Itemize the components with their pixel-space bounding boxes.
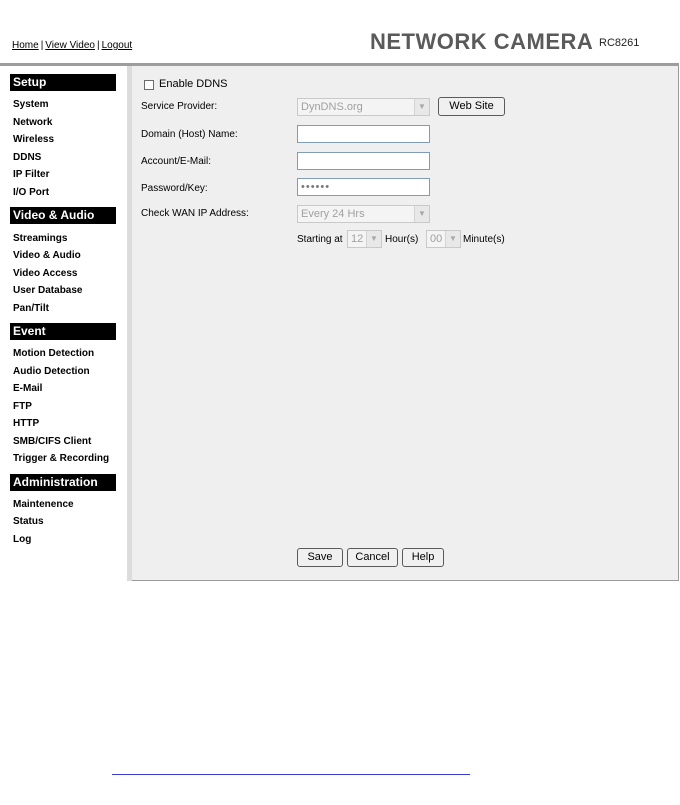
model-number: RC8261 (599, 37, 640, 49)
sidebar-item-http[interactable]: HTTP (10, 416, 116, 432)
starting-at-label: Starting at (297, 234, 343, 245)
sidebar-item-email[interactable]: E-Mail (10, 381, 116, 397)
separator: | (96, 40, 100, 51)
chevron-down-icon: ▼ (445, 231, 460, 247)
enable-ddns-checkbox[interactable] (144, 80, 154, 90)
top-nav: Home | View Video | Logout (12, 40, 132, 51)
domain-name-input[interactable] (297, 125, 430, 143)
sidebar-item-io-port[interactable]: I/O Port (10, 185, 116, 201)
service-provider-label: Service Provider: (141, 101, 218, 112)
service-provider-select[interactable]: DynDNS.org ▼ (297, 98, 430, 116)
header: Home | View Video | Logout NETWORK CAMERA RC… (0, 0, 679, 66)
sidebar-item-ddns[interactable]: DDNS (10, 150, 116, 166)
service-provider-value: DynDNS.org (301, 101, 363, 113)
home-link[interactable]: Home (12, 40, 39, 51)
sidebar-item-smb-cifs-client[interactable]: SMB/CIFS Client (10, 434, 116, 450)
sidebar-item-ip-filter[interactable]: IP Filter (10, 167, 116, 183)
sidebar-item-maintenence[interactable]: Maintenence (10, 497, 116, 513)
cancel-button[interactable]: Cancel (347, 548, 398, 567)
chevron-down-icon: ▼ (366, 231, 381, 247)
sidebar-item-streamings[interactable]: Streamings (10, 231, 116, 247)
hour-value: 12 (351, 233, 364, 245)
sidebar-item-status[interactable]: Status (10, 514, 116, 530)
chevron-down-icon: ▼ (414, 99, 429, 115)
section-video-audio: Video & Audio (10, 207, 116, 224)
sidebar-item-system[interactable]: System (10, 97, 116, 113)
chevron-down-icon: ▼ (414, 206, 429, 222)
check-wan-label: Check WAN IP Address: (141, 208, 249, 219)
sidebar-item-network[interactable]: Network (10, 115, 116, 131)
password-key-input[interactable]: •••••• (297, 178, 430, 196)
footer-rule (112, 774, 470, 775)
sidebar-item-user-database[interactable]: User Database (10, 283, 116, 299)
save-button[interactable]: Save (297, 548, 343, 567)
separator: | (40, 40, 44, 51)
sidebar: Setup System Network Wireless DDNS IP Fi… (0, 66, 127, 581)
web-site-button[interactable]: Web Site (438, 97, 505, 116)
view-video-link[interactable]: View Video (45, 40, 95, 51)
sidebar-item-pan-tilt[interactable]: Pan/Tilt (10, 301, 116, 317)
minute-label: Minute(s) (463, 234, 505, 245)
check-wan-value: Every 24 Hrs (301, 208, 365, 220)
section-event: Event (10, 323, 116, 340)
account-email-label: Account/E-Mail: (141, 156, 212, 167)
logout-link[interactable]: Logout (102, 40, 133, 51)
minute-select[interactable]: 00 ▼ (426, 230, 461, 248)
sidebar-item-wireless[interactable]: Wireless (10, 132, 116, 148)
domain-name-label: Domain (Host) Name: (141, 129, 238, 140)
sidebar-item-video-access[interactable]: Video Access (10, 266, 116, 282)
sidebar-item-motion-detection[interactable]: Motion Detection (10, 346, 116, 362)
hour-label: Hour(s) (385, 234, 419, 245)
sidebar-item-log[interactable]: Log (10, 532, 116, 548)
brand-title: NETWORK CAMERA (370, 29, 594, 54)
sidebar-item-audio-detection[interactable]: Audio Detection (10, 364, 116, 380)
sidebar-item-ftp[interactable]: FTP (10, 399, 116, 415)
sidebar-item-trigger-recording[interactable]: Trigger & Recording (10, 451, 116, 467)
help-button[interactable]: Help (402, 548, 444, 567)
ddns-settings-panel: Enable DDNS Service Provider: DynDNS.org… (132, 66, 678, 580)
section-setup: Setup (10, 74, 116, 91)
account-email-input[interactable] (297, 152, 430, 170)
section-administration: Administration (10, 474, 116, 491)
password-key-label: Password/Key: (141, 183, 208, 194)
check-wan-select[interactable]: Every 24 Hrs ▼ (297, 205, 430, 223)
enable-ddns-label: Enable DDNS (159, 78, 228, 90)
hour-select[interactable]: 12 ▼ (347, 230, 382, 248)
sidebar-item-video-audio[interactable]: Video & Audio (10, 248, 116, 264)
minute-value: 00 (430, 233, 443, 245)
